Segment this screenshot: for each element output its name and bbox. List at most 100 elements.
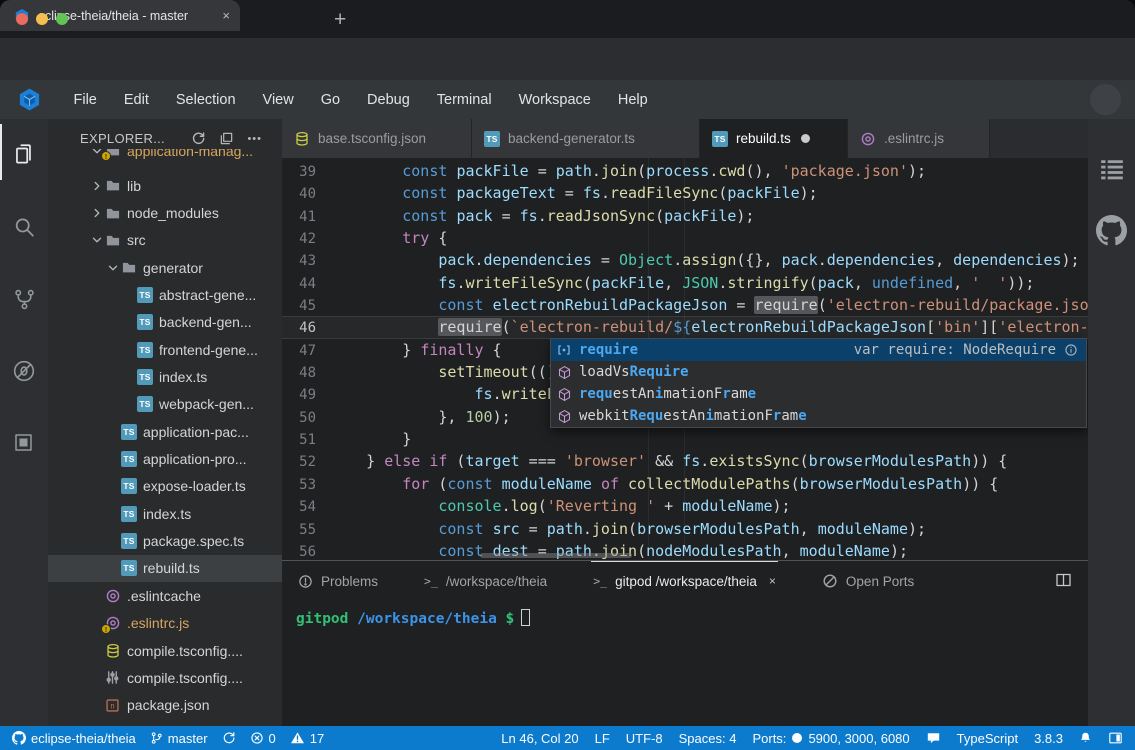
tree-item-.eslintcache[interactable]: .eslintcache	[48, 582, 282, 609]
status-feedback[interactable]	[926, 731, 941, 745]
tree-item-package.spec.ts[interactable]: TSpackage.spec.ts	[48, 527, 282, 554]
editor-tab-.eslintrc.js[interactable]: .eslintrc.js	[848, 119, 990, 158]
more-actions-icon[interactable]: •••	[247, 133, 262, 145]
close-icon[interactable]: ×	[769, 574, 776, 588]
status-encoding[interactable]: UTF-8	[626, 731, 663, 746]
status-ports[interactable]: Ports:5900, 3000, 6080	[752, 731, 909, 746]
status-indentation[interactable]: Spaces: 4	[679, 731, 737, 746]
suggestion-item-0[interactable]: requirevar require: NodeRequire	[551, 339, 1086, 361]
folder-icon	[105, 206, 121, 221]
line-number: 40	[282, 183, 316, 205]
panel-tab-gitpod-workspace-theia[interactable]: >_gitpod /workspace/theia×	[591, 561, 778, 600]
panel-tab--workspace-theia[interactable]: >_/workspace/theia	[422, 561, 549, 600]
menu-debug[interactable]: Debug	[354, 80, 424, 119]
panel-tab-open-ports[interactable]: Open Ports	[820, 561, 916, 600]
file-type-icon: TS	[121, 506, 141, 522]
files-icon	[11, 142, 37, 168]
activity-extensions[interactable]	[0, 412, 48, 474]
panel-tab-problems[interactable]: Problems	[296, 561, 380, 600]
tree-item-application-pro...[interactable]: TSapplication-pro...	[48, 445, 282, 472]
status-errors[interactable]: 0	[250, 731, 276, 746]
status-ts-version[interactable]: 3.8.3	[1034, 731, 1063, 746]
activity-debug-disabled[interactable]	[0, 340, 48, 402]
collapse-all-icon[interactable]	[219, 131, 234, 146]
tree-item-frontend-gene...[interactable]: TSfrontend-gene...	[48, 336, 282, 363]
tab-close-icon[interactable]: ×	[222, 8, 230, 23]
line-number: 41	[282, 206, 316, 228]
tree-item-label: node_modules	[127, 205, 219, 221]
traffic-light-close-icon[interactable]	[16, 13, 28, 25]
status-eol[interactable]: LF	[595, 731, 610, 746]
refresh-icon[interactable]	[191, 131, 206, 146]
traffic-light-minimize-icon[interactable]	[36, 13, 48, 25]
panel-tab-label: Open Ports	[846, 574, 914, 589]
symbol-variable-icon	[555, 342, 573, 358]
tree-item-compile.tsconfig....[interactable]: compile.tsconfig....	[48, 664, 282, 691]
tree-item-abstract-gene...[interactable]: TSabstract-gene...	[48, 281, 282, 308]
tree-item-backend-gen...[interactable]: TSbackend-gen...	[48, 309, 282, 336]
menu-view[interactable]: View	[249, 80, 307, 119]
tree-item-node-modules[interactable]: node_modules	[48, 199, 282, 226]
menu-edit[interactable]: Edit	[110, 80, 162, 119]
activity-files[interactable]	[0, 124, 48, 186]
status-branch[interactable]: master	[150, 731, 208, 746]
status-cursor-position[interactable]: Ln 46, Col 20	[501, 731, 578, 746]
status-warnings[interactable]: 17	[290, 731, 324, 746]
editor-tab-backend-generator.ts[interactable]: TSbackend-generator.ts	[472, 119, 700, 158]
tree-item-package.json[interactable]: npackage.json	[48, 692, 282, 719]
tree-item-.eslintrc.js[interactable]: !.eslintrc.js	[48, 610, 282, 637]
tree-item-expose-loader.ts[interactable]: TSexpose-loader.ts	[48, 473, 282, 500]
github-view[interactable]	[1088, 199, 1135, 261]
suggestion-item-2[interactable]: requestAnimationFrame	[551, 383, 1086, 405]
file-type-icon: TS	[121, 451, 141, 467]
outline-view[interactable]	[1088, 139, 1135, 201]
traffic-light-maximize-icon[interactable]	[56, 13, 68, 25]
workspace-avatar[interactable]	[1090, 84, 1121, 115]
outline-icon	[1099, 159, 1125, 181]
status-language[interactable]: TypeScript	[957, 731, 1018, 746]
status-notifications[interactable]	[1079, 731, 1092, 745]
tree-item-webpack-gen...[interactable]: TSwebpack-gen...	[48, 391, 282, 418]
suggestion-label: require	[579, 342, 638, 358]
code-line-46: 46 require(`electron-rebuild/${electronR…	[282, 316, 1088, 338]
menu-selection[interactable]: Selection	[162, 80, 249, 119]
code-line-55: 55 const src = path.join(browserModulesP…	[282, 518, 1088, 540]
status-panel-toggle[interactable]	[1108, 731, 1123, 745]
menu-file[interactable]: File	[60, 80, 110, 119]
editor-tab-base.tsconfig.json[interactable]: base.tsconfig.json	[282, 119, 472, 158]
status-sync[interactable]	[222, 731, 236, 745]
status-repo[interactable]: eclipse-theia/theia	[12, 731, 136, 746]
suggestion-item-3[interactable]: webkitRequestAnimationFrame	[551, 405, 1086, 427]
db-icon	[105, 643, 121, 659]
menu-workspace[interactable]: Workspace	[505, 80, 604, 119]
tree-item-compile.tsconfig....[interactable]: compile.tsconfig....	[48, 637, 282, 664]
editor-tab-rebuild.ts[interactable]: TSrebuild.ts	[700, 119, 848, 158]
menu-terminal[interactable]: Terminal	[423, 80, 505, 119]
activity-search[interactable]	[0, 196, 48, 258]
terminal-prompt[interactable]: gitpod /workspace/theia $	[296, 609, 530, 627]
clipped-tree-row[interactable]: !application-manag...	[48, 149, 282, 165]
new-tab-button[interactable]: +	[334, 8, 346, 32]
split-terminal-icon[interactable]	[1055, 572, 1072, 588]
info-icon[interactable]	[1062, 343, 1080, 357]
editor-tab-bar: base.tsconfig.json TSbackend-generator.ts…	[282, 119, 1088, 158]
bell-icon	[1079, 731, 1092, 745]
activity-source-control[interactable]	[0, 268, 48, 330]
suggestion-item-1[interactable]: loadVsRequire	[551, 361, 1086, 383]
menu-help[interactable]: Help	[604, 80, 661, 119]
status-label: 3.8.3	[1034, 731, 1063, 746]
tree-item-clipped[interactable]: !application-manag...	[48, 149, 282, 164]
suggestion-label: loadVsRequire	[579, 364, 689, 380]
code-line-41: 41 const pack = fs.readJsonSync(packFile…	[282, 205, 1088, 227]
code-line-40: 40 const packageText = fs.readFileSync(p…	[282, 182, 1088, 204]
editor-tab-label: base.tsconfig.json	[318, 131, 426, 146]
tree-item-application-pac...[interactable]: TSapplication-pac...	[48, 418, 282, 445]
tree-item-src[interactable]: src	[48, 227, 282, 254]
menu-go[interactable]: Go	[307, 80, 353, 119]
tree-item-index.ts[interactable]: TSindex.ts	[48, 500, 282, 527]
tree-item-index.ts[interactable]: TSindex.ts	[48, 363, 282, 390]
tree-item-rebuild.ts[interactable]: TSrebuild.ts	[48, 555, 282, 582]
tree-item-generator[interactable]: generator	[48, 254, 282, 281]
horizontal-scrollbar[interactable]	[480, 553, 632, 558]
tree-item-lib[interactable]: lib	[48, 172, 282, 199]
